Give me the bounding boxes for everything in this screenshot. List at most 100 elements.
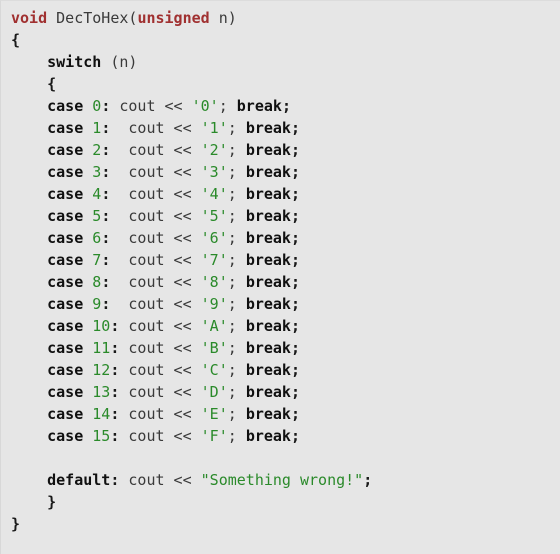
code-token-literal: 13 <box>92 383 111 401</box>
code-token-plain: (n) <box>101 53 138 71</box>
code-token-literal: '0' <box>191 97 219 115</box>
code-token-punct: : <box>101 229 111 247</box>
code-line: case 12: cout << 'C'; break; <box>11 359 372 381</box>
code-line: case 3: cout << '3'; break; <box>11 161 372 183</box>
code-token-literal: '8' <box>200 273 228 291</box>
code-token-punct: : <box>101 163 111 181</box>
code-token-keyword: case <box>47 141 84 159</box>
code-token-type: void <box>11 9 48 27</box>
code-token-keyword: switch <box>47 53 102 71</box>
code-token-keyword: case <box>47 339 84 357</box>
code-token-literal: 15 <box>92 427 111 445</box>
code-token-literal: '2' <box>200 141 228 159</box>
code-token-plain: ; <box>227 427 246 445</box>
code-token-literal: 3 <box>92 163 102 181</box>
code-line: case 0: cout << '0'; break; <box>11 95 372 117</box>
code-token-plain: ; <box>227 405 246 423</box>
code-token-keyword: case <box>47 361 84 379</box>
code-token-punct: ; <box>281 97 291 115</box>
code-token-keyword: break <box>245 317 291 335</box>
code-token-punct: : <box>101 119 111 137</box>
code-token-literal: 'E' <box>200 405 228 423</box>
code-token-plain: ; <box>227 119 246 137</box>
code-token-keyword: case <box>47 273 84 291</box>
code-token-plain: cout << <box>110 273 201 291</box>
code-token-literal: '4' <box>200 185 228 203</box>
code-token-plain: cout << <box>119 339 201 357</box>
code-token-literal: 'F' <box>200 427 228 445</box>
code-line: case 7: cout << '7'; break; <box>11 249 372 271</box>
code-line: } <box>11 513 372 535</box>
code-token-keyword: break <box>245 251 291 269</box>
code-token-punct: : <box>101 295 111 313</box>
code-token-literal: 1 <box>92 119 102 137</box>
code-token-keyword: case <box>47 427 84 445</box>
code-token-plain: cout << <box>119 471 201 489</box>
code-token-plain: ; <box>227 339 246 357</box>
code-token-ident: DecToHex <box>56 9 129 27</box>
code-line: { <box>11 29 372 51</box>
code-token-keyword: default <box>47 471 111 489</box>
code-token-punct: ; <box>363 471 373 489</box>
code-token-keyword: break <box>245 361 291 379</box>
code-token-keyword: case <box>47 295 84 313</box>
code-token-punct: ; <box>290 273 300 291</box>
code-listing[interactable]: void DecToHex(unsigned n){ switch (n) { … <box>1 1 372 535</box>
code-line: } <box>11 491 372 513</box>
code-line: case 15: cout << 'F'; break; <box>11 425 372 447</box>
code-token-plain: ; <box>227 141 246 159</box>
code-token-plain: cout << <box>119 405 201 423</box>
code-token-punct: ; <box>290 317 300 335</box>
code-token-punct: : <box>101 273 111 291</box>
code-token-keyword: break <box>245 185 291 203</box>
code-token-type: unsigned <box>137 9 210 27</box>
code-token-keyword: break <box>245 207 291 225</box>
code-token-plain: cout << <box>110 163 201 181</box>
code-token-plain: cout << <box>110 251 201 269</box>
code-token-literal: 'C' <box>200 361 228 379</box>
code-token-keyword: case <box>47 97 84 115</box>
code-token-keyword: break <box>245 427 291 445</box>
code-token-plain: cout << <box>119 361 201 379</box>
code-token-punct: : <box>101 141 111 159</box>
code-token-punct: ; <box>290 339 300 357</box>
code-token-plain: cout << <box>110 229 201 247</box>
code-token-punct: ; <box>290 141 300 159</box>
code-token-literal: 'B' <box>200 339 228 357</box>
code-line: case 4: cout << '4'; break; <box>11 183 372 205</box>
code-token-punct: : <box>101 207 111 225</box>
code-token-keyword: case <box>47 119 84 137</box>
code-line: case 11: cout << 'B'; break; <box>11 337 372 359</box>
code-token-punct: ; <box>290 383 300 401</box>
code-token-literal: 5 <box>92 207 102 225</box>
code-token-plain: cout << <box>110 97 192 115</box>
code-token-keyword: break <box>245 339 291 357</box>
code-token-literal: 14 <box>92 405 111 423</box>
code-token-keyword: case <box>47 207 84 225</box>
code-token-literal: 9 <box>92 295 102 313</box>
code-token-literal: 'D' <box>200 383 228 401</box>
code-token-plain: n) <box>209 9 237 27</box>
code-token-plain: ; <box>227 295 246 313</box>
code-line: case 5: cout << '5'; break; <box>11 205 372 227</box>
code-token-keyword: break <box>245 141 291 159</box>
code-token-keyword: case <box>47 163 84 181</box>
code-token-plain: ; <box>227 361 246 379</box>
code-line: case 2: cout << '2'; break; <box>11 139 372 161</box>
code-line: switch (n) <box>11 51 372 73</box>
